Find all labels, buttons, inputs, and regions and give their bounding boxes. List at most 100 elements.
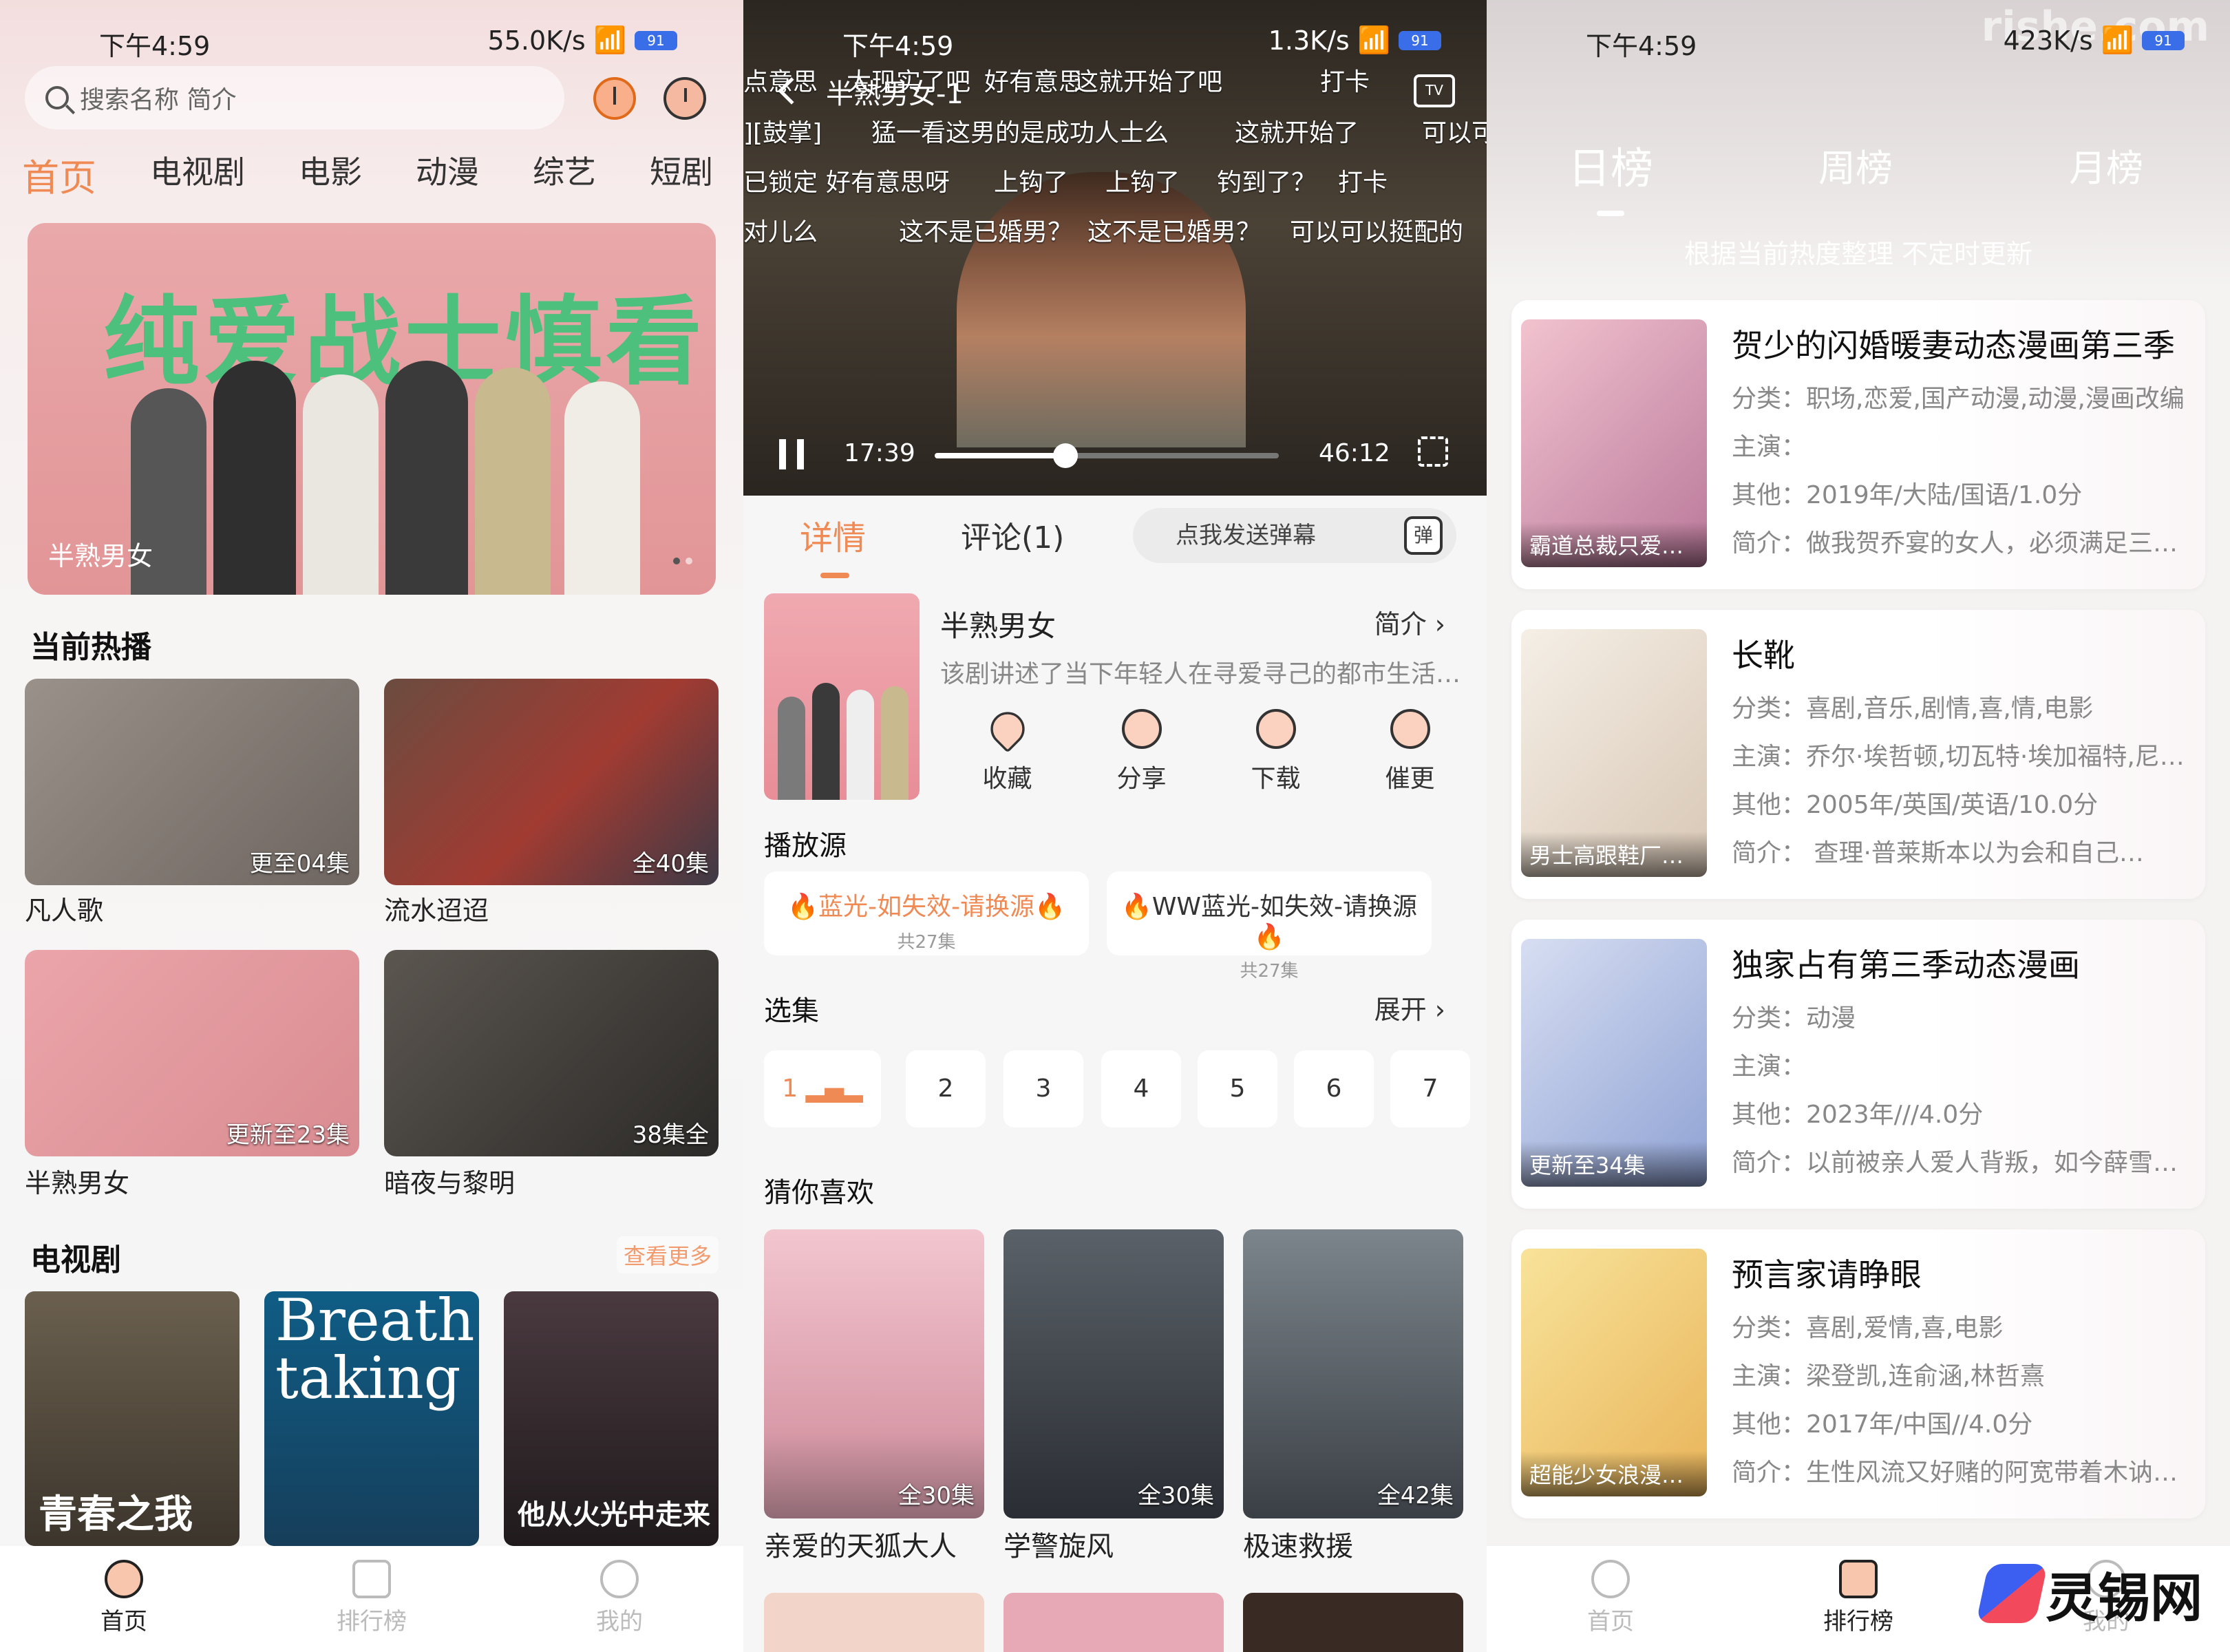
danmu-input[interactable]: 点我发送弹幕 弹 [1133, 508, 1456, 563]
battery-icon: 91 [2142, 30, 2185, 50]
tab-home[interactable]: 首页 [22, 147, 96, 202]
tab-variety[interactable]: 综艺 [533, 147, 596, 202]
hot-card-title[interactable]: 流水迢迢 [384, 889, 489, 927]
history-icon[interactable] [663, 77, 706, 120]
nav-home[interactable]: 首页 [1487, 1546, 1734, 1652]
nav-rank[interactable]: 排行榜 [1734, 1546, 1982, 1652]
tab-monthly[interactable]: 月榜 [2069, 138, 2143, 192]
chevron-right-icon: › [1434, 995, 1445, 1025]
ranking-screen: rishe.com 下午4:59 423K/s 📶 91 日榜 周榜 月榜 根据当前… [1487, 0, 2230, 1652]
action-row: 收藏 分享 下载 催更 [940, 705, 1477, 794]
nav-home[interactable]: 首页 [0, 1546, 248, 1652]
recommend-card[interactable] [1243, 1593, 1463, 1652]
seek-handle[interactable] [1053, 443, 1078, 468]
tab-short[interactable]: 短剧 [650, 147, 713, 202]
bottom-nav: 首页 排行榜 我的 [0, 1546, 743, 1652]
chevron-right-icon: › [1434, 609, 1445, 639]
episode-button[interactable]: 5 [1198, 1050, 1277, 1127]
hot-card-3[interactable]: 更新至23集 [25, 950, 359, 1156]
seek-bar[interactable] [935, 443, 1279, 468]
tab-anime[interactable]: 动漫 [416, 147, 479, 202]
search-placeholder: 搜索名称 简介 [80, 86, 237, 114]
tab-movie[interactable]: 电影 [299, 147, 362, 202]
ranking-title: 贺少的闪婚暖妻动态漫画第三季 [1732, 327, 2175, 364]
site-logo: 灵锡网 [1975, 1556, 2202, 1631]
ranking-item[interactable]: 更新至34集 独家占有第三季动态漫画 分类：动漫 主演： 其他：2023年///… [1511, 920, 2205, 1209]
hot-card-2[interactable]: 全40集 [384, 679, 719, 885]
ranking-category: 分类：动漫 [1732, 1004, 1856, 1032]
recommend-card[interactable]: 全42集 [1243, 1229, 1463, 1518]
ranking-other: 其他：2017年/中国//4.0分 [1732, 1410, 2033, 1439]
nav-mine[interactable]: 我的 [496, 1546, 743, 1652]
download-button[interactable]: 下载 [1209, 709, 1343, 794]
episode-button[interactable]: 7 [1390, 1050, 1470, 1127]
hot-card-4[interactable]: 38集全 [384, 950, 719, 1156]
tv-poster-1[interactable]: 青春之我 [25, 1291, 240, 1546]
section-title-episodes: 选集 [764, 995, 819, 1027]
recommend-title[interactable]: 学警旋风 [1003, 1524, 1114, 1564]
recommend-card[interactable]: 全30集 [1003, 1229, 1224, 1518]
ranking-other: 其他：2023年///4.0分 [1732, 1101, 1984, 1129]
ranking-item[interactable]: 超能少女浪漫… 预言家请睁眼 分类：喜剧,爱情,喜,电影 主演：梁登凯,连俞涵,… [1511, 1229, 2205, 1518]
home-icon [105, 1560, 143, 1598]
download-icon[interactable] [593, 77, 636, 120]
episode-button[interactable]: 6 [1294, 1050, 1374, 1127]
tab-daily[interactable]: 日榜 [1568, 134, 1653, 216]
hot-card-title[interactable]: 半熟男女 [25, 1162, 129, 1200]
tab-weekly[interactable]: 周榜 [1818, 138, 1893, 192]
recommend-title[interactable]: 极速救援 [1243, 1524, 1353, 1564]
tab-tv[interactable]: 电视剧 [150, 147, 245, 202]
ranking-item[interactable]: 霸道总裁只爱… 贺少的闪婚暖妻动态漫画第三季 分类：职场,恋爱,国产动漫,动漫,… [1511, 300, 2205, 589]
danmu-text: 猛一看这男的是成功人士么 [871, 119, 1169, 147]
category-tabs: 首页 电视剧 电影 动漫 综艺 短剧 [22, 147, 713, 202]
duration: 46:12 [1319, 439, 1390, 467]
danmu-toggle-icon[interactable]: 弹 [1404, 516, 1443, 555]
episode-button[interactable]: 1 ▂▄▂ [764, 1050, 881, 1127]
see-more-link[interactable]: 查看更多 [616, 1236, 719, 1273]
hot-card-1[interactable]: 更至04集 [25, 679, 359, 885]
source-option-2[interactable]: 🔥WW蓝光-如失效-请换源🔥 共27集 [1107, 871, 1432, 982]
home-icon [1591, 1560, 1630, 1598]
fullscreen-icon[interactable] [1418, 436, 1448, 467]
ranking-note: 根据当前热度整理 不定时更新 [1684, 239, 2033, 269]
banner-figure [303, 374, 379, 595]
wifi-icon: 📶 [2101, 25, 2134, 55]
nav-rank[interactable]: 排行榜 [248, 1546, 496, 1652]
logo-icon [1975, 1564, 2048, 1623]
recommend-title[interactable]: 亲爱的天狐大人 [764, 1524, 957, 1564]
ranking-item[interactable]: 男士高跟鞋厂… 长靴 分类：喜剧,音乐,剧情,喜,情,电影 主演：乔尔·埃哲顿,… [1511, 610, 2205, 899]
pause-icon[interactable] [779, 439, 804, 469]
tab-comments[interactable]: 评论(1) [961, 513, 1064, 557]
expand-link[interactable]: 展开 › [1374, 988, 1445, 1026]
battery-icon: 91 [1399, 30, 1441, 50]
tv-poster-2[interactable]: Breath taking [264, 1291, 479, 1546]
share-button[interactable]: 分享 [1074, 709, 1209, 794]
poster-title: Breath taking [275, 1291, 475, 1412]
episode-badge: 全40集 [632, 850, 709, 878]
danmu-text: 可以可以挺配的 [1290, 218, 1464, 246]
tab-detail[interactable]: 详情 [800, 511, 866, 578]
danmu-placeholder: 点我发送弹幕 [1176, 522, 1316, 549]
recommend-card[interactable] [764, 1593, 984, 1652]
video-title: 半熟男女-1 [826, 78, 964, 110]
recommend-card[interactable] [1003, 1593, 1224, 1652]
search-input[interactable]: 搜索名称 简介 [25, 66, 564, 129]
episode-button[interactable]: 3 [1003, 1050, 1083, 1127]
danmu-text: 这不是已婚男？ [1087, 218, 1262, 246]
hero-banner[interactable]: 纯爱战士慎看 半熟男女 [28, 223, 716, 595]
favorite-button[interactable]: 收藏 [940, 705, 1074, 794]
recommend-card[interactable]: 全30集 [764, 1229, 984, 1518]
intro-link[interactable]: 简介 › [1374, 603, 1445, 641]
episode-button[interactable]: 2 [906, 1050, 986, 1127]
video-player[interactable]: 下午4:59 1.3K/s 📶 91 点意思 太现实了吧 好有意思 这就开始了吧 打… [743, 0, 1487, 496]
banner-caption: 半熟男女 [48, 541, 153, 571]
hot-card-title[interactable]: 暗夜与黎明 [384, 1162, 515, 1200]
ranking-title: 长靴 [1732, 637, 1795, 674]
tv-cast-icon[interactable]: TV [1414, 74, 1455, 107]
tv-poster-3[interactable]: 他从火光中走来 [504, 1291, 719, 1546]
episode-button[interactable]: 4 [1101, 1050, 1181, 1127]
danmu-text: 这就开始了 [1235, 119, 1359, 147]
remind-button[interactable]: 催更 [1343, 709, 1477, 794]
source-option-1[interactable]: 🔥蓝光-如失效-请换源🔥 共27集 [764, 871, 1089, 955]
hot-card-title[interactable]: 凡人歌 [25, 889, 103, 927]
